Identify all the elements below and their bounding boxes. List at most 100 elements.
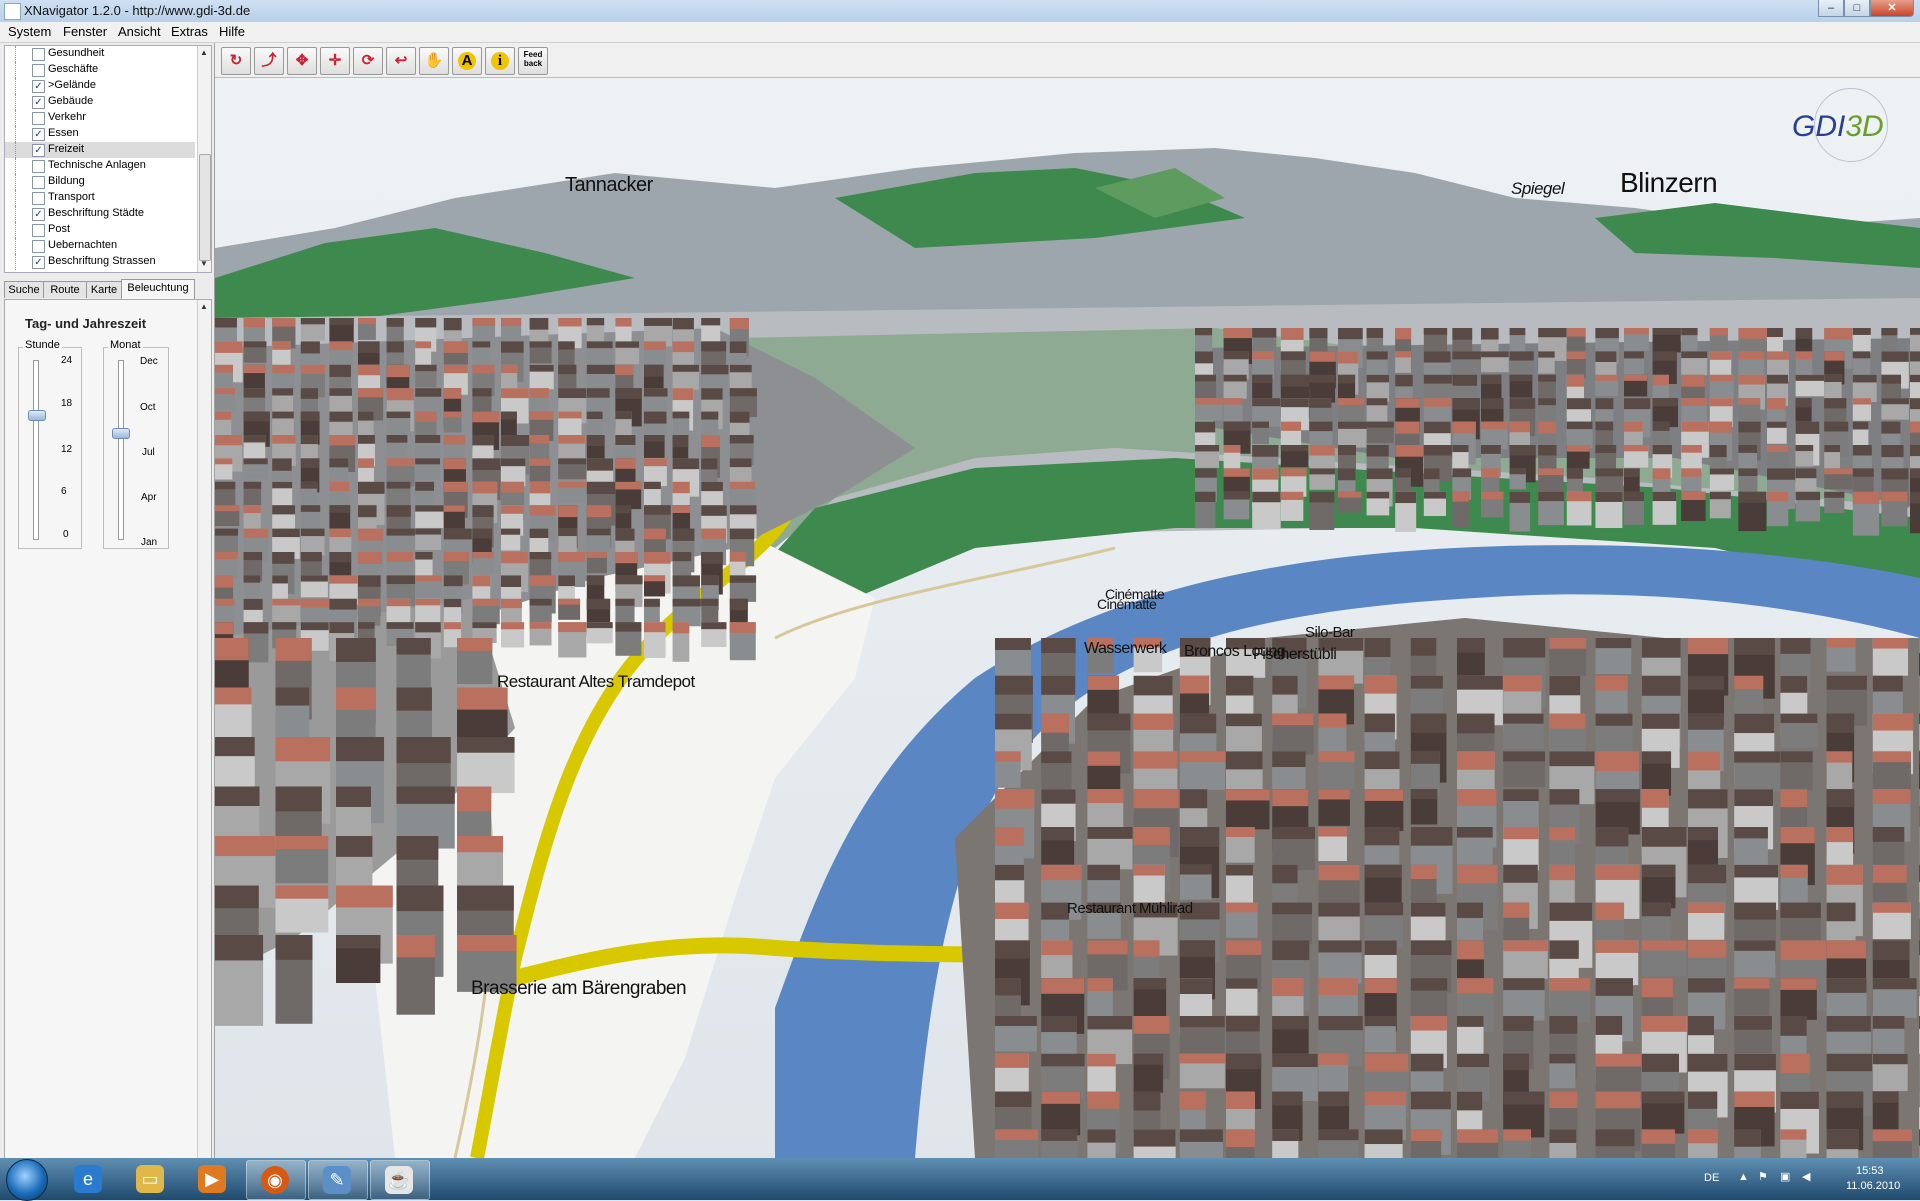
map-label[interactable]: Silo-Bar xyxy=(1305,624,1355,641)
layer-checkbox[interactable] xyxy=(32,176,45,189)
minimize-button[interactable]: – xyxy=(1818,0,1844,17)
rotate-view-button[interactable]: ↻ xyxy=(221,47,251,75)
map-label[interactable]: Restaurant Mühlirad xyxy=(1067,900,1193,917)
layer-item[interactable]: ✓ Freizeit xyxy=(5,142,195,158)
building-roof xyxy=(1226,1016,1260,1032)
layer-checkbox[interactable]: ✓ xyxy=(32,128,45,141)
building-roof xyxy=(701,458,718,470)
hour-slider-knob[interactable] xyxy=(28,409,46,421)
tab-route[interactable]: Route xyxy=(43,281,87,298)
map-label[interactable]: Cinématte xyxy=(1097,596,1157,612)
orbit-button[interactable]: ⟳ xyxy=(353,47,383,75)
building-roof xyxy=(1881,398,1909,405)
building-roof xyxy=(501,341,524,353)
taskbar-explorer[interactable]: ▭ xyxy=(122,1160,180,1198)
layer-checkbox[interactable]: ✓ xyxy=(32,96,45,109)
hour-slider-track[interactable] xyxy=(33,360,39,540)
map-label[interactable]: Fischerstübli xyxy=(1253,646,1337,664)
map-label[interactable]: Wasserwerk xyxy=(1084,640,1167,658)
menu-extras[interactable]: Extras xyxy=(171,24,208,39)
building-roof xyxy=(501,411,517,420)
building-roof xyxy=(729,458,752,468)
map-label[interactable]: Blinzern xyxy=(1620,167,1718,199)
month-slider-knob[interactable] xyxy=(112,428,130,439)
close-button[interactable]: ✕ xyxy=(1870,0,1914,17)
tab-beleuchtung[interactable]: Beleuchtung xyxy=(121,279,195,299)
map-label[interactable]: Spiegel xyxy=(1511,179,1565,199)
layer-item[interactable]: ✓ Beschriftung Städte xyxy=(5,206,195,222)
building-roof xyxy=(1133,1016,1170,1034)
layer-checkbox[interactable] xyxy=(32,64,45,77)
layer-item[interactable]: Transport xyxy=(5,190,195,206)
layer-checkbox[interactable]: ✓ xyxy=(32,80,45,93)
layer-checkbox[interactable] xyxy=(32,224,45,237)
scroll-down-icon[interactable]: ▼ xyxy=(200,259,208,268)
taskbar-media-player[interactable]: ▶ xyxy=(184,1160,242,1198)
building-roof xyxy=(1366,491,1390,499)
language-indicator[interactable]: DE xyxy=(1704,1172,1719,1184)
panel-scrollbar[interactable]: ▲ ▼ xyxy=(197,300,211,1196)
tab-suche[interactable]: Suche xyxy=(4,281,44,298)
building-roof xyxy=(443,318,462,331)
hand-pan-button[interactable]: ✋ xyxy=(419,47,449,75)
layer-item[interactable]: Geschäfte xyxy=(5,62,195,78)
layer-checkbox[interactable] xyxy=(32,160,45,173)
maximize-button[interactable]: □ xyxy=(1844,0,1870,17)
layer-checkbox[interactable]: ✓ xyxy=(32,144,45,157)
annotation-button[interactable]: A xyxy=(452,47,482,75)
move-vertical-button[interactable]: ✛ xyxy=(320,47,350,75)
scroll-thumb[interactable] xyxy=(199,154,211,261)
3d-map-view[interactable]: Tannacker Spiegel Blinzern Cinématte Cin… xyxy=(215,78,1920,1158)
move-horizontal-button[interactable]: ✥ xyxy=(287,47,317,75)
building-roof xyxy=(1509,491,1531,503)
layer-item[interactable]: Post xyxy=(5,222,195,238)
layer-item[interactable]: ✓ >Gelände xyxy=(5,78,195,94)
info-button[interactable]: i xyxy=(485,47,515,75)
windows-start-icon[interactable] xyxy=(6,1159,48,1201)
clock-time[interactable]: 15:53 xyxy=(1856,1165,1884,1177)
menu-ansicht[interactable]: Ansicht xyxy=(118,24,161,39)
clock-date[interactable]: 11.06.2010 xyxy=(1846,1180,1900,1192)
building-roof xyxy=(1767,491,1789,502)
building-roof xyxy=(1338,328,1363,340)
taskbar-paint[interactable]: ✎ xyxy=(308,1160,368,1200)
tilt-view-button[interactable]: ⤴ xyxy=(254,47,284,75)
map-label[interactable]: Brasserie am Bärengraben xyxy=(471,978,687,1000)
layer-checkbox[interactable] xyxy=(32,240,45,253)
month-slider-track[interactable] xyxy=(118,360,124,540)
tab-karte[interactable]: Karte xyxy=(86,281,122,298)
layer-item[interactable]: ✓ Gebäude xyxy=(5,94,195,110)
layer-checkbox[interactable] xyxy=(32,112,45,125)
menu-fenster[interactable]: Fenster xyxy=(63,24,107,39)
flag-icon[interactable]: ⚑ xyxy=(1758,1170,1768,1183)
network-icon[interactable]: ▣ xyxy=(1780,1170,1790,1183)
layer-list-scrollbar[interactable]: ▲ ▼ xyxy=(197,46,211,272)
taskbar-internet-explorer[interactable]: e xyxy=(60,1160,118,1198)
layer-item[interactable]: Bildung xyxy=(5,174,195,190)
menu-system[interactable]: System xyxy=(8,24,51,39)
feedback-button[interactable]: Feed back xyxy=(518,47,548,75)
menu-hilfe[interactable]: Hilfe xyxy=(219,24,245,39)
layer-item[interactable]: Technische Anlagen xyxy=(5,158,195,174)
tray-arrow-icon[interactable]: ▲ xyxy=(1738,1171,1749,1183)
building-roof xyxy=(1738,445,1758,453)
map-label[interactable]: Restaurant Altes Tramdepot xyxy=(497,672,695,692)
layer-item[interactable]: ✓ Essen xyxy=(5,126,195,142)
building-roof xyxy=(1226,1129,1255,1148)
scroll-up-icon[interactable]: ▲ xyxy=(200,48,208,57)
building-roof xyxy=(1410,827,1453,846)
volume-icon[interactable]: ◀ xyxy=(1802,1170,1810,1183)
layer-item[interactable]: ✓ Beschriftung Strassen xyxy=(5,254,195,270)
layer-checkbox[interactable]: ✓ xyxy=(32,208,45,221)
layer-item[interactable]: Uebernachten xyxy=(5,238,195,254)
taskbar-firefox[interactable]: ◉ xyxy=(246,1160,306,1200)
scroll-up-icon[interactable]: ▲ xyxy=(200,302,208,311)
layer-checkbox[interactable] xyxy=(32,48,45,61)
layer-item[interactable]: Verkehr xyxy=(5,110,195,126)
layer-checkbox[interactable] xyxy=(32,192,45,205)
layer-item[interactable]: Gesundheit xyxy=(5,46,195,62)
layer-checkbox[interactable]: ✓ xyxy=(32,256,45,269)
return-button[interactable]: ↩ xyxy=(386,47,416,75)
map-label[interactable]: Tannacker xyxy=(565,174,653,197)
taskbar-java[interactable]: ☕ xyxy=(370,1160,430,1200)
